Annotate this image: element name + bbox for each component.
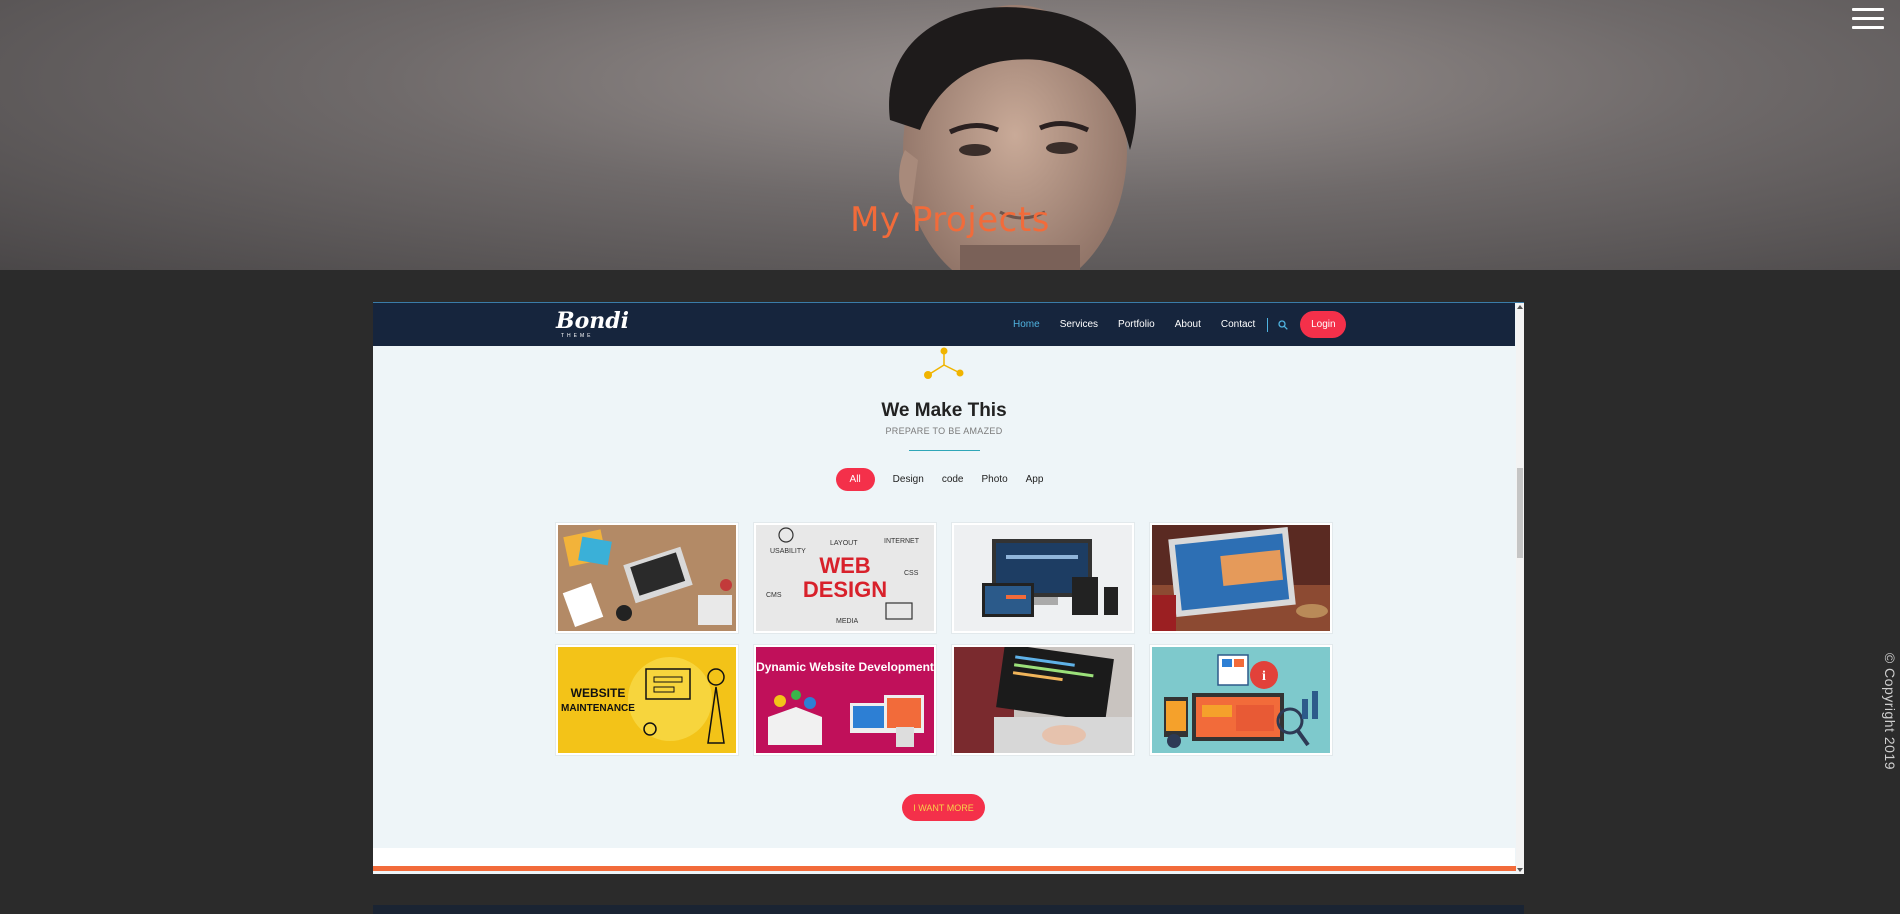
maintenance-text-line1: WEBSITE — [571, 686, 626, 700]
analytics-image: i — [1152, 647, 1330, 753]
scroll-up-arrow-icon[interactable] — [1517, 305, 1523, 309]
site-preview-frame: Bondi THEME Home Services Portfolio Abou… — [373, 302, 1524, 874]
section-title: We Make This — [881, 400, 1007, 421]
preview-navbar: Bondi THEME Home Services Portfolio Abou… — [373, 303, 1515, 346]
filter-all[interactable]: All — [835, 468, 875, 491]
web-design-text-line2: DESIGN — [803, 577, 887, 602]
portfolio-item-analytics[interactable]: i — [1150, 645, 1332, 755]
nav-divider — [1267, 317, 1269, 332]
portfolio-item-laptop-table[interactable] — [1150, 523, 1332, 633]
nav-link-contact[interactable]: Contact — [1221, 319, 1255, 330]
frame-accent-bar — [373, 866, 1524, 871]
network-icon — [924, 347, 964, 379]
portfolio-item-web-design[interactable]: WEB DESIGN USABILITY LAYOUT INTERNET CMS… — [754, 523, 936, 633]
website-maintenance-image: WEBSITE MAINTENANCE — [558, 647, 736, 753]
filter-app[interactable]: App — [1026, 474, 1044, 485]
brand-logo-tagline: THEME — [561, 333, 594, 339]
portfolio-item-website-maintenance[interactable]: WEBSITE MAINTENANCE — [556, 645, 738, 755]
i-want-more-button[interactable]: I WANT MORE — [902, 794, 985, 821]
next-section-preview — [373, 905, 1524, 914]
section-divider — [909, 450, 980, 451]
label-cms: CMS — [766, 592, 782, 599]
nav-link-home[interactable]: Home — [1013, 319, 1040, 330]
section-subtitle: PREPARE TO BE AMAZED — [885, 426, 1003, 436]
copyright-text: © Copyright 2019 — [1882, 652, 1898, 770]
preview-scrollbar[interactable] — [1516, 303, 1524, 874]
portfolio-item-dynamic-website[interactable]: Dynamic Website Development — [754, 645, 936, 755]
nav-menu: Home Services Portfolio About Contact Lo… — [1013, 303, 1347, 346]
nav-link-about[interactable]: About — [1175, 319, 1201, 330]
filter-code[interactable]: code — [942, 474, 964, 485]
label-usability: USABILITY — [770, 548, 806, 555]
nav-link-portfolio[interactable]: Portfolio — [1118, 319, 1155, 330]
menu-icon[interactable] — [1852, 8, 1884, 32]
portfolio-filters: All Design code Photo App — [373, 468, 1515, 491]
web-design-image: WEB DESIGN USABILITY LAYOUT INTERNET CMS… — [756, 525, 934, 631]
web-design-text-line1: WEB — [819, 553, 870, 578]
frame-footer-band — [373, 848, 1515, 866]
laptop-table-image — [1152, 525, 1330, 631]
label-css: CSS — [904, 570, 919, 577]
label-internet: INTERNET — [884, 538, 920, 545]
nav-link-services[interactable]: Services — [1060, 319, 1098, 330]
responsive-devices-image — [954, 525, 1132, 631]
coding-laptop-image — [954, 647, 1132, 753]
page-title: My Projects — [850, 200, 1050, 240]
login-button[interactable]: Login — [1300, 311, 1347, 338]
label-layout: LAYOUT — [830, 540, 858, 547]
filter-design[interactable]: Design — [893, 474, 924, 485]
dynamic-website-image: Dynamic Website Development — [756, 647, 934, 753]
search-icon[interactable] — [1278, 319, 1289, 330]
maintenance-text-line2: MAINTENANCE — [561, 703, 635, 714]
scrollbar-thumb[interactable] — [1517, 468, 1523, 558]
portfolio-item-coding-laptop[interactable] — [952, 645, 1134, 755]
label-media: MEDIA — [836, 618, 859, 625]
portfolio-item-desk-laptop[interactable] — [556, 523, 738, 633]
hero-banner: My Projects — [0, 0, 1900, 270]
scroll-down-arrow-icon[interactable] — [1517, 868, 1523, 872]
brand-logo[interactable]: Bondi — [556, 308, 629, 334]
portfolio-item-responsive-devices[interactable] — [952, 523, 1134, 633]
dynamic-website-text: Dynamic Website Development — [756, 660, 934, 674]
filter-photo[interactable]: Photo — [982, 474, 1008, 485]
laptop-desk-image — [558, 525, 736, 631]
info-glyph: i — [1262, 669, 1266, 684]
